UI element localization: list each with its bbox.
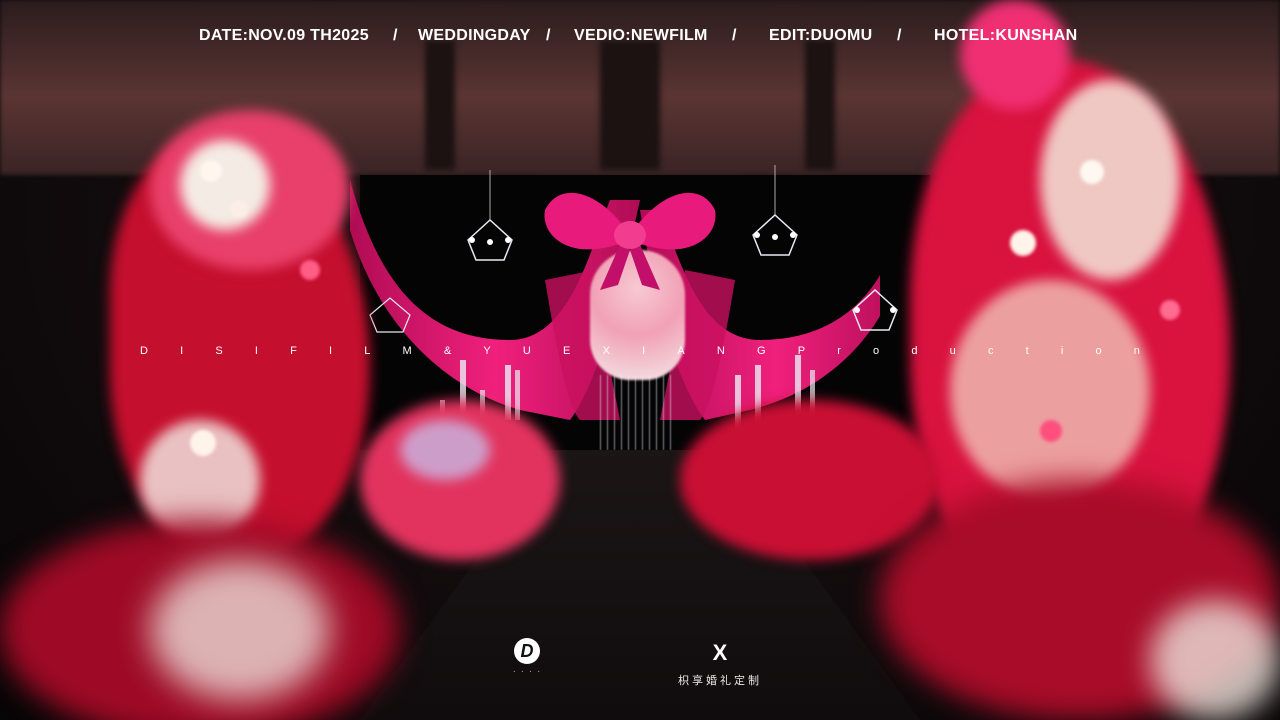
credit-letter: o: [873, 345, 880, 357]
wall-pillar: [805, 40, 835, 170]
peach-flower-cluster: [950, 280, 1150, 500]
credit-letter: i: [1060, 345, 1064, 357]
white-flower-cluster: [1040, 80, 1180, 280]
separator: /: [546, 27, 551, 44]
credit-letter: c: [987, 345, 994, 357]
lavender-flower-cluster: [400, 420, 490, 480]
credit-letter: U: [522, 345, 531, 357]
info-bar: DATE:NOV.09 TH2025 / WEDDINGDAY / VEDIO:…: [0, 27, 1280, 49]
production-credit: D I S I F I L M & Y U E X I A N G Pr o d u c t i o n: [140, 345, 1140, 361]
flower-petal: [300, 260, 320, 280]
foreground-flowers-right: [1150, 600, 1280, 720]
credit-letter: Y: [483, 345, 491, 357]
credit-letter: n: [1133, 345, 1140, 357]
flower-petal: [1040, 420, 1062, 442]
flower-petal: [190, 430, 216, 456]
separator: /: [393, 27, 398, 44]
credit-letter: S: [215, 345, 223, 357]
wall-pillar: [600, 40, 660, 170]
video-label: VEDIO:NEWFILM: [574, 27, 708, 44]
credit-letter: I: [254, 345, 258, 357]
credit-letter: P: [797, 345, 806, 357]
credit-letter: D: [140, 345, 148, 357]
chandelier: [467, 170, 513, 261]
credit-letter: F: [290, 345, 297, 357]
edit-label: EDIT:DUOMU: [769, 27, 873, 44]
logo-caption: · · · ·: [512, 666, 542, 677]
credit-letter: L: [364, 345, 371, 357]
credit-letter: X: [602, 345, 610, 357]
d-logo-icon: D: [514, 638, 540, 664]
credit-letter: M: [402, 345, 412, 357]
foreground-flowers-left: [150, 560, 330, 700]
pink-bow: [544, 192, 716, 290]
x-logo-icon: X: [712, 640, 728, 665]
credit-letter: I: [180, 345, 184, 357]
credit-letter: G: [756, 345, 766, 357]
logo-caption: 枳享婚礼定制: [678, 675, 762, 687]
wedding-stage-scene: DATE:NOV.09 TH2025 / WEDDINGDAY / VEDIO:…: [0, 0, 1280, 720]
crystal-strands: [600, 375, 675, 450]
chandelier: [369, 297, 411, 333]
weddingday-label: WEDDINGDAY: [418, 27, 531, 44]
flower-cluster: [680, 400, 940, 560]
flower-petal: [1080, 160, 1104, 184]
credit-letter: t: [1025, 345, 1029, 357]
studio-logo-left: D · · · ·: [493, 638, 561, 677]
flower-petal: [200, 160, 222, 182]
credit-letter: E: [563, 345, 571, 357]
chandelier: [852, 288, 898, 331]
credit-letter: u: [949, 345, 956, 357]
wall-pillar: [425, 40, 455, 170]
credit-letter: I: [329, 345, 333, 357]
chandelier: [752, 165, 798, 256]
credit-letter: N: [716, 345, 725, 357]
flower-cluster: [960, 0, 1070, 110]
credit-letter: o: [1095, 345, 1102, 357]
credit-letter: A: [677, 345, 685, 357]
hotel-label: HOTEL:KUNSHAN: [934, 27, 1078, 44]
flower-petal: [1160, 300, 1180, 320]
credit-letter: I: [642, 345, 646, 357]
credit-letter: d: [911, 345, 918, 357]
credit-letter: r: [837, 345, 841, 357]
credit-letter: &: [443, 345, 452, 357]
flower-petal: [230, 200, 248, 218]
white-flower-cluster: [180, 140, 270, 230]
studio-logo-right: X 枳享婚礼定制: [660, 640, 780, 688]
separator: /: [897, 27, 902, 44]
date-label: DATE:NOV.09 TH2025: [199, 27, 369, 44]
separator: /: [732, 27, 737, 44]
flower-petal: [1010, 230, 1036, 256]
